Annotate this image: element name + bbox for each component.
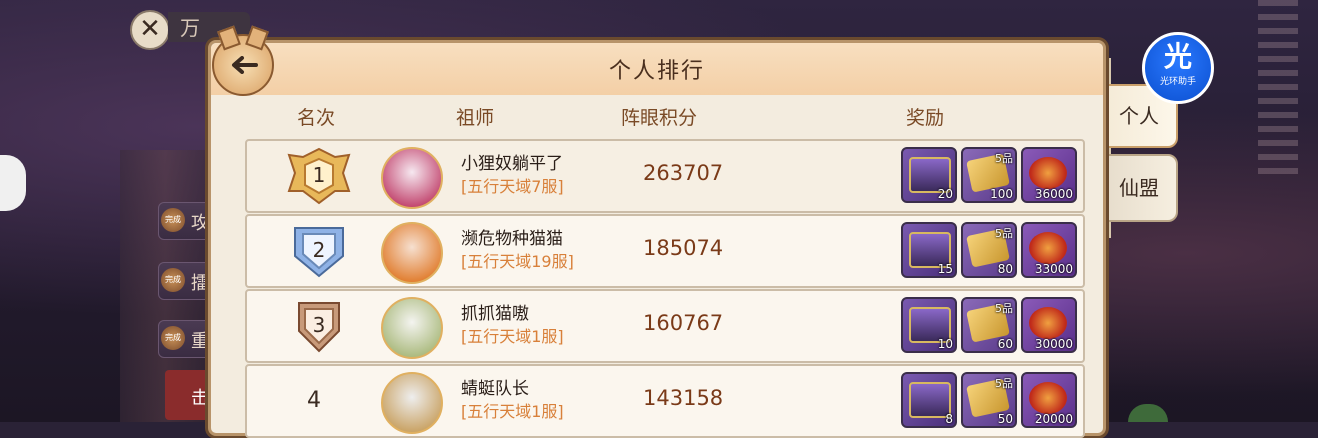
badge-icon: 完成 xyxy=(161,268,185,292)
panel-header: 个人排行 xyxy=(211,43,1103,95)
side-button-label: 重 xyxy=(191,331,209,352)
reward-count: 30000 xyxy=(1034,337,1073,351)
back-button[interactable] xyxy=(212,25,274,96)
orb-icon xyxy=(1029,382,1067,414)
master-avatar[interactable] xyxy=(381,297,443,359)
player-name: 濒危物种猫猫 xyxy=(461,229,563,249)
column-header-master: 祖师 xyxy=(456,107,495,129)
reward-orb[interactable]: 36000 xyxy=(1021,147,1077,203)
reward-count: 100 xyxy=(990,187,1013,201)
reward-count: 15 xyxy=(937,262,953,276)
reward-chest[interactable]: 10 xyxy=(901,297,957,353)
column-header-rank: 名次 xyxy=(297,107,336,129)
player-score: 160767 xyxy=(643,311,724,335)
reward-scroll[interactable]: 5品 50 xyxy=(961,372,1017,428)
ranking-row[interactable]: 4 蜻蜓队长 [五行天域1服] 143158 8 5品 50 20000 xyxy=(245,364,1085,438)
reward-chest[interactable]: 20 xyxy=(901,147,957,203)
reward-grade: 5品 xyxy=(995,227,1013,240)
player-server: [五行天域1服] xyxy=(461,402,564,421)
player-score: 143158 xyxy=(643,386,724,410)
master-avatar[interactable] xyxy=(381,372,443,434)
column-header-reward: 奖励 xyxy=(906,107,945,129)
player-name: 抓抓猫嗷 xyxy=(461,304,529,324)
gold-medal-icon: 1 xyxy=(285,147,353,205)
column-header-score: 阵眼积分 xyxy=(621,107,698,129)
reward-count: 20000 xyxy=(1034,412,1073,426)
rank-number: 1 xyxy=(312,163,326,187)
reward-count: 20 xyxy=(937,187,953,201)
orb-icon xyxy=(1029,232,1067,264)
reward-count: 10 xyxy=(937,337,953,351)
ranking-row[interactable]: 3 抓抓猫嗷 [五行天域1服] 160767 10 5品 60 30000 xyxy=(245,289,1085,363)
helper-label: 光环助手 xyxy=(1159,77,1196,87)
reward-count: 8 xyxy=(945,412,953,426)
reward-count: 33000 xyxy=(1034,262,1073,276)
player-server: [五行天域7服] xyxy=(461,177,564,196)
reward-orb[interactable]: 20000 xyxy=(1021,372,1077,428)
helper-logo-glyph: 光 xyxy=(1163,40,1192,73)
reward-chest[interactable]: 8 xyxy=(901,372,957,428)
helper-assistant-button[interactable]: 光 光环助手 xyxy=(1142,32,1214,104)
badge-icon: 完成 xyxy=(161,326,185,350)
master-avatar[interactable] xyxy=(381,222,443,284)
player-score: 263707 xyxy=(643,161,724,185)
reward-orb[interactable]: 33000 xyxy=(1021,222,1077,278)
reward-scroll[interactable]: 5品 60 xyxy=(961,297,1017,353)
badge-icon: 完成 xyxy=(161,208,185,232)
orb-icon xyxy=(1029,307,1067,339)
silver-medal-icon: 2 xyxy=(285,222,353,280)
ranking-row[interactable]: 1 小狸奴躺平了 [五行天域7服] 263707 20 5品 100 36000 xyxy=(245,139,1085,213)
orb-icon xyxy=(1029,157,1067,189)
player-server: [五行天域1服] xyxy=(461,327,564,346)
red-button-label: 击 xyxy=(191,388,209,409)
rank-number: 4 xyxy=(307,388,321,413)
background-close-button[interactable]: ✕ xyxy=(130,10,170,50)
rank-number: 3 xyxy=(312,313,326,337)
ranking-panel: 个人排行 名次 祖师 阵眼积分 奖励 1 小狸奴躺平了 [五行天域7服] 263… xyxy=(208,40,1106,438)
reward-count: 50 xyxy=(997,412,1013,426)
side-button-label: 攻 xyxy=(191,213,209,234)
reward-scroll[interactable]: 5品 80 xyxy=(961,222,1017,278)
player-name: 小狸奴躺平了 xyxy=(461,154,563,174)
player-name: 蜻蜓队长 xyxy=(461,379,529,399)
panel-title: 个人排行 xyxy=(608,59,705,84)
reward-count: 60 xyxy=(997,337,1013,351)
reward-chest[interactable]: 15 xyxy=(901,222,957,278)
back-arrow-icon xyxy=(232,56,258,74)
tab-guild[interactable]: 仙盟 xyxy=(1100,154,1178,222)
rank-number: 2 xyxy=(312,238,326,262)
player-score: 185074 xyxy=(643,236,724,260)
reward-count: 80 xyxy=(997,262,1013,276)
reward-orb[interactable]: 30000 xyxy=(1021,297,1077,353)
ranking-row[interactable]: 2 濒危物种猫猫 [五行天域19服] 185074 15 5品 80 33000 xyxy=(245,214,1085,288)
master-avatar[interactable] xyxy=(381,147,443,209)
background-decoration xyxy=(1258,0,1298,180)
reward-grade: 5品 xyxy=(995,377,1013,390)
player-server: [五行天域19服] xyxy=(461,252,574,271)
reward-scroll[interactable]: 5品 100 xyxy=(961,147,1017,203)
background-character xyxy=(0,155,26,211)
reward-count: 36000 xyxy=(1034,187,1073,201)
side-button-label: 擂 xyxy=(191,273,209,294)
reward-grade: 5品 xyxy=(995,152,1013,165)
bronze-medal-icon: 3 xyxy=(285,297,353,355)
reward-grade: 5品 xyxy=(995,302,1013,315)
